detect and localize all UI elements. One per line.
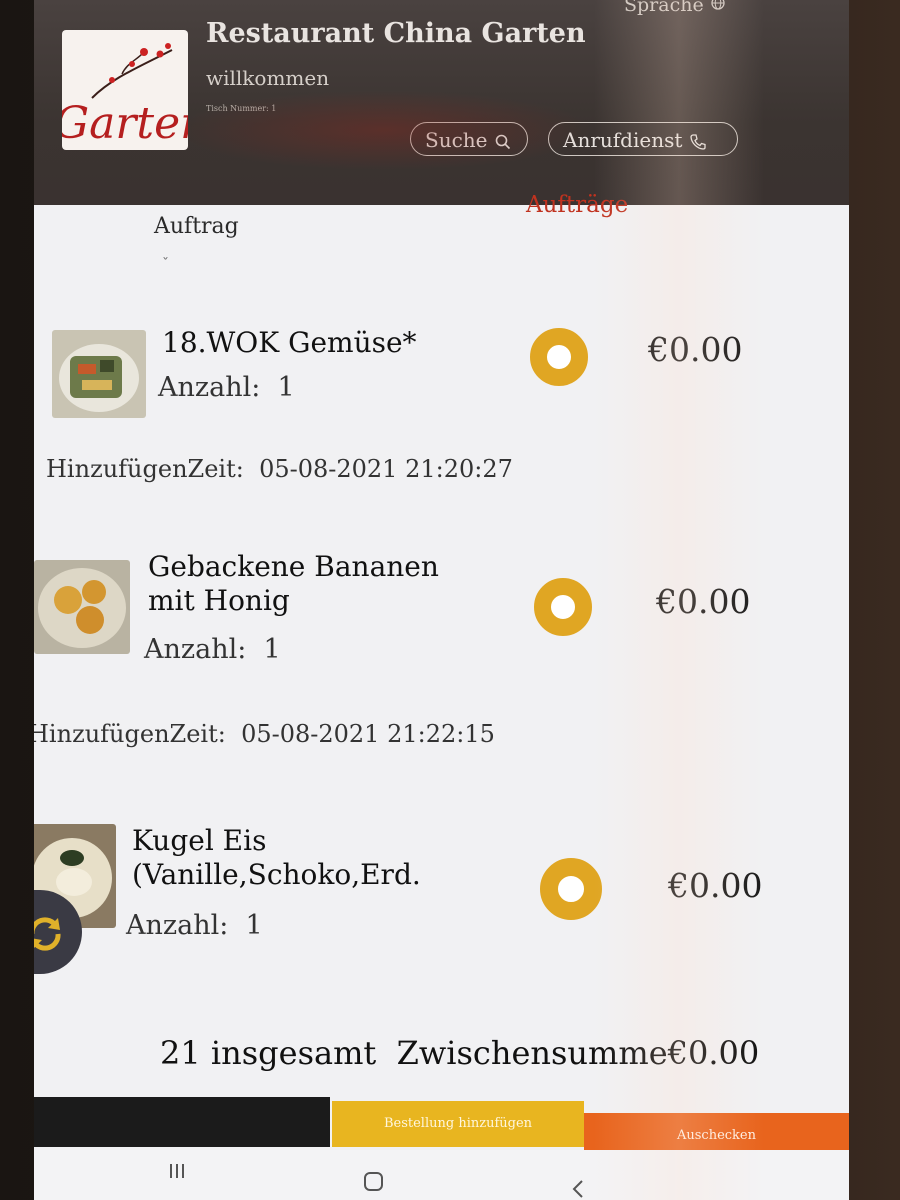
dish-quantity: Anzahl: 1: [126, 910, 263, 941]
system-nav-bar: [34, 1150, 849, 1200]
call-service-label: Anrufdienst: [563, 128, 683, 152]
recent-apps-icon[interactable]: [166, 1160, 188, 1182]
item-select-radio[interactable]: [530, 328, 588, 386]
dish-thumbnail: [52, 330, 146, 418]
tab-order[interactable]: Auftrag: [154, 214, 239, 239]
add-order-button[interactable]: Bestellung hinzufügen: [332, 1101, 584, 1147]
dish-quantity: Anzahl: 1: [158, 372, 295, 403]
total-label: insgesamt: [210, 1034, 377, 1072]
dish-name-line1: Kugel Eis: [132, 824, 267, 857]
dish-name: Kugel Eis (Vanille,Schoko,Erd.: [132, 824, 421, 892]
dish-photo: [52, 330, 146, 418]
dish-quantity: Anzahl: 1: [144, 634, 281, 665]
search-label: Suche: [425, 128, 488, 152]
dish-photo: [34, 560, 130, 654]
scroll-marker: ˇ: [162, 256, 169, 272]
dish-name-line2: (Vanille,Schoko,Erd.: [132, 858, 421, 891]
dish-name-line2: mit Honig: [148, 584, 290, 617]
call-service-button[interactable]: Anrufdienst: [548, 122, 738, 156]
home-icon[interactable]: [362, 1170, 386, 1194]
added-time-label: HinzufügenZeit:: [46, 455, 244, 483]
logo-wordmark: Garten: [62, 98, 188, 149]
subtotal-label: Zwischensumme: [396, 1034, 668, 1072]
dish-price: €0.00: [668, 866, 763, 905]
added-time-label: HinzufügenZeit:: [34, 720, 226, 748]
added-time: HinzufügenZeit: 05-08-2021 21:20:27: [46, 455, 513, 483]
refresh-icon: [34, 917, 61, 951]
quantity-label: Anzahl:: [158, 372, 261, 403]
language-label: Sprache: [624, 0, 704, 16]
tablet-device: Garten Restaurant China Garten Sprache w…: [0, 0, 900, 1200]
tab-orders[interactable]: Aufträge: [526, 192, 628, 218]
order-summary: 21 insgesamt Zwischensumme€0.00: [160, 1034, 759, 1072]
action-bar: Bestellung hinzufügen Auschecken: [34, 1097, 849, 1159]
globe-icon: [711, 0, 725, 10]
added-time: HinzufügenZeit: 05-08-2021 21:22:15: [34, 720, 495, 748]
dish-name: Gebackene Bananen mit Honig: [148, 550, 439, 618]
back-icon[interactable]: [568, 1178, 588, 1200]
quantity-value: 1: [245, 910, 263, 941]
item-select-radio[interactable]: [534, 578, 592, 636]
quantity-value: 1: [263, 634, 281, 665]
language-selector[interactable]: Sprache: [624, 0, 726, 16]
restaurant-header: Garten Restaurant China Garten Sprache w…: [34, 0, 849, 205]
restaurant-name: Restaurant China Garten: [206, 18, 586, 49]
subtotal-value: €0.00: [667, 1034, 760, 1072]
restaurant-logo: Garten: [62, 30, 188, 150]
added-time-value: 05-08-2021 21:22:15: [241, 720, 495, 748]
search-icon: [495, 134, 510, 149]
action-bar-spacer: [34, 1097, 330, 1147]
table-number: Tisch Nummer: 1: [206, 104, 277, 113]
quantity-value: 1: [277, 372, 295, 403]
welcome-text: willkommen: [206, 66, 330, 90]
dish-name-line1: Gebackene Bananen: [148, 550, 439, 583]
app-screen: Garten Restaurant China Garten Sprache w…: [34, 0, 849, 1200]
quantity-label: Anzahl:: [126, 910, 229, 941]
dish-name: 18.WOK Gemüse*: [162, 326, 417, 359]
dish-price: €0.00: [648, 330, 743, 369]
total-count: 21: [160, 1034, 201, 1072]
dish-thumbnail: [34, 560, 130, 654]
dish-price: €0.00: [656, 582, 751, 621]
search-button[interactable]: Suche: [410, 122, 528, 156]
added-time-value: 05-08-2021 21:20:27: [259, 455, 513, 483]
phone-icon: [690, 133, 706, 150]
quantity-label: Anzahl:: [144, 634, 247, 665]
item-select-radio[interactable]: [540, 858, 602, 920]
